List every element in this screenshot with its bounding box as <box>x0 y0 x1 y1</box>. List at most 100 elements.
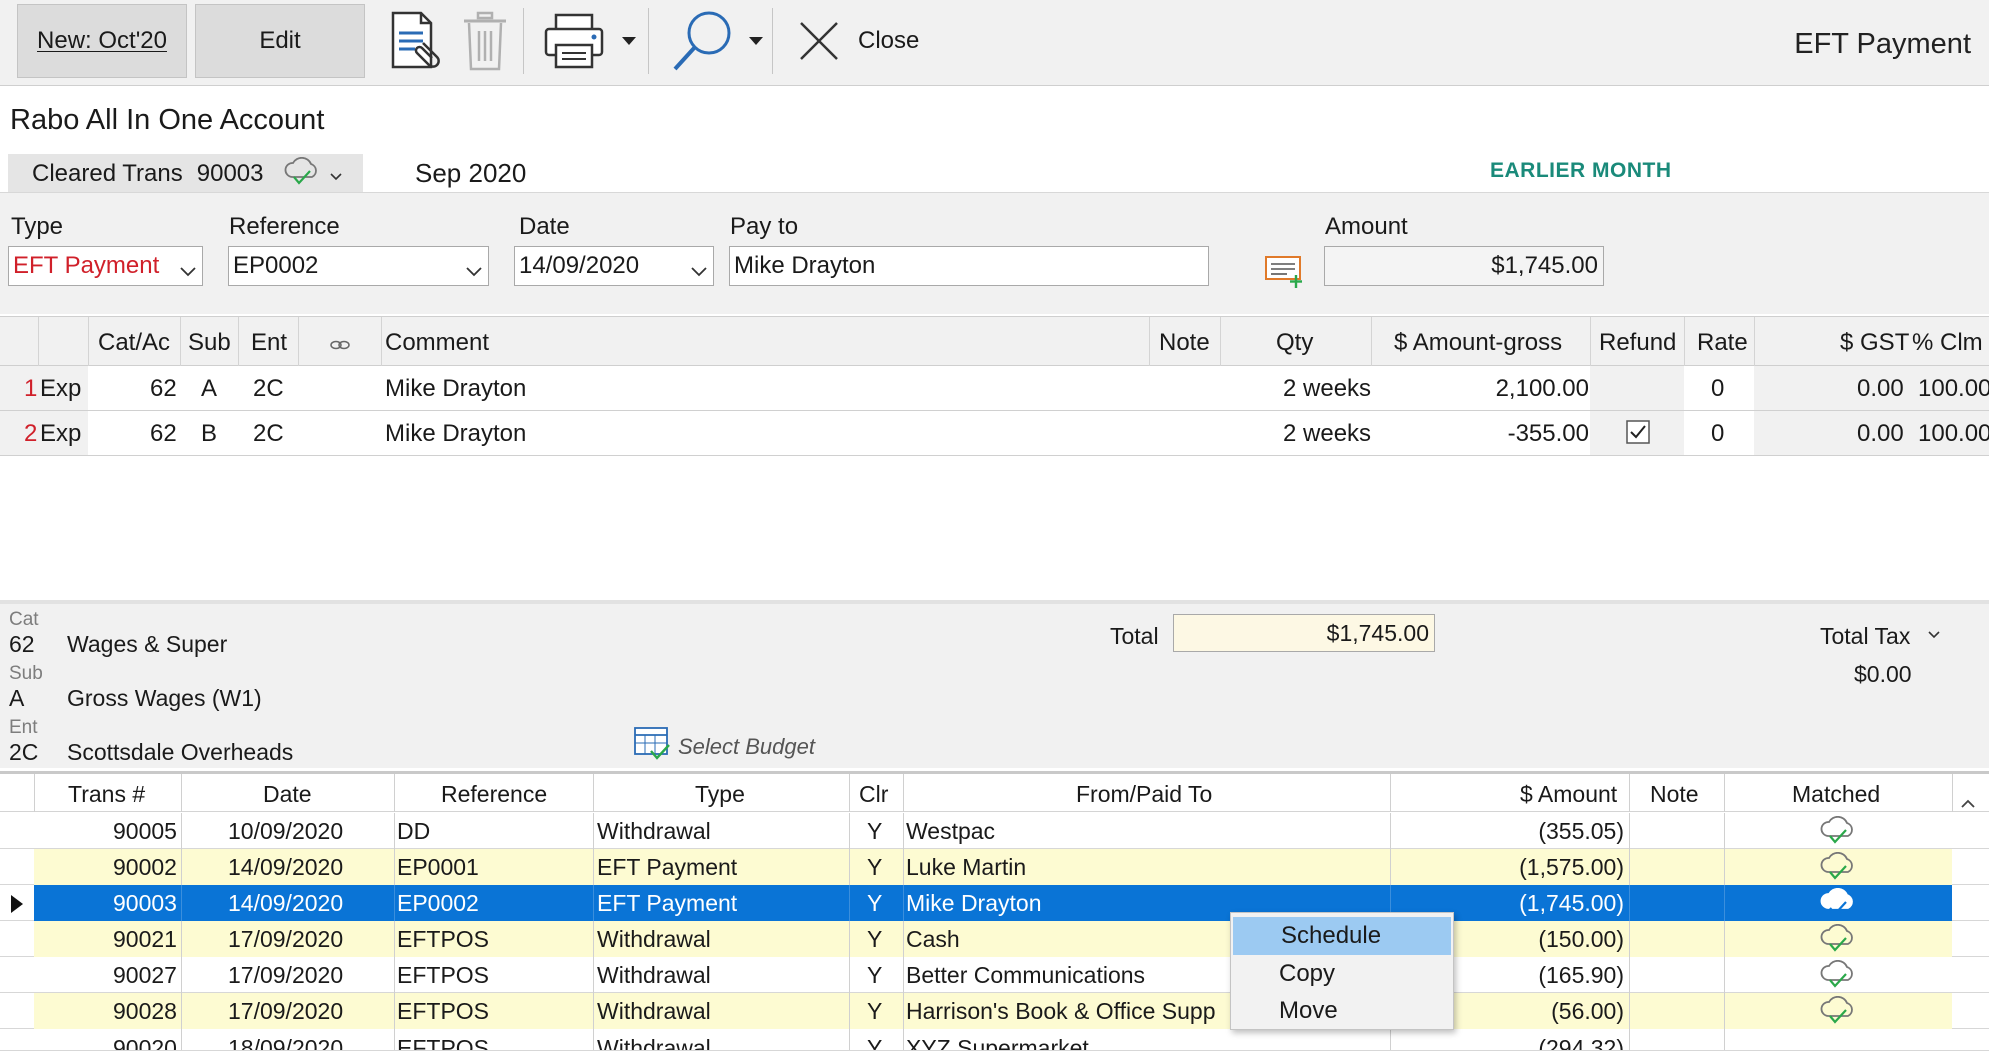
list-divider <box>849 957 850 993</box>
type-select[interactable]: EFT Payment <box>8 246 203 286</box>
printer-icon[interactable] <box>540 8 610 74</box>
list-row[interactable]: 90020 18/09/2020 EFTPOS Withdrawal Y XYZ… <box>0 1029 1989 1051</box>
list-divider <box>593 957 594 993</box>
search-icon[interactable] <box>668 6 738 76</box>
list-divider <box>903 921 904 957</box>
scroll-up-icon[interactable] <box>1960 788 1976 815</box>
list-row[interactable]: 90002 14/09/2020 EP0001 EFT Payment Y Lu… <box>0 849 1989 885</box>
list-divider <box>34 774 35 812</box>
col-header-clm[interactable]: % Clm <box>1912 329 1983 357</box>
grid-divider <box>1371 317 1372 367</box>
col-header-refund[interactable]: Refund <box>1599 329 1676 357</box>
list-type: Withdrawal <box>597 962 711 988</box>
list-divider <box>849 813 850 849</box>
budget-calendar-icon[interactable] <box>632 724 672 762</box>
grid-divider <box>1590 317 1591 367</box>
list-divider <box>394 957 395 993</box>
payto-input[interactable]: Mike Drayton <box>729 246 1209 286</box>
list-clr: Y <box>867 1035 883 1051</box>
row-amount: -355.00 <box>1507 420 1589 447</box>
close-icon[interactable] <box>796 18 842 64</box>
row-ent: 2C <box>253 375 284 402</box>
detail-row[interactable]: 2 Exp 62 B 2C Mike Drayton 2 weeks -355.… <box>0 411 1989 456</box>
row-sub: A <box>201 375 218 402</box>
list-divider <box>903 774 904 812</box>
col-header-amount-gross[interactable]: $ Amount-gross <box>1394 329 1562 357</box>
col-header-comment[interactable]: Comment <box>385 329 489 357</box>
new-button[interactable]: New: Oct'20 <box>17 4 187 78</box>
list-trans: 90027 <box>113 962 177 988</box>
list-type: Withdrawal <box>597 998 711 1024</box>
cloud-check-icon <box>1820 959 1856 994</box>
amount-value: $1,745.00 <box>1491 252 1598 279</box>
list-divider <box>181 921 182 957</box>
col-header-rate[interactable]: Rate <box>1697 329 1748 357</box>
list-divider <box>394 885 395 921</box>
list-divider <box>1629 1029 1630 1050</box>
list-col-from[interactable]: From/Paid To <box>1076 781 1212 808</box>
trash-icon[interactable] <box>455 8 515 74</box>
reference-select[interactable]: EP0002 <box>228 246 489 286</box>
search-dropdown-icon[interactable] <box>745 30 767 52</box>
list-trans: 90021 <box>113 926 177 952</box>
type-label: Type <box>11 213 64 240</box>
chevron-down-icon[interactable] <box>1928 626 1940 644</box>
context-menu-schedule[interactable]: Schedule <box>1233 917 1451 955</box>
cleared-label: Cleared Trans <box>32 160 183 187</box>
list-row-cells: 90028 17/09/2020 EFTPOS Withdrawal Y Har… <box>34 993 1952 1029</box>
col-header-cat[interactable]: Cat/Ac <box>98 329 170 357</box>
list-col-type[interactable]: Type <box>695 781 745 808</box>
list-reference: EFTPOS <box>397 962 490 988</box>
list-col-amount[interactable]: $ Amount <box>1520 781 1617 808</box>
row-qty: 2 weeks <box>1283 375 1372 402</box>
select-budget-link[interactable]: Select Budget <box>678 734 815 760</box>
list-row[interactable]: 90005 10/09/2020 DD Withdrawal Y Westpac… <box>0 813 1989 849</box>
col-header-gst[interactable]: $ GST <box>1840 329 1909 357</box>
list-divider <box>593 921 594 957</box>
attach-document-icon[interactable] <box>385 8 445 74</box>
grid-divider <box>1220 317 1221 367</box>
list-col-reference[interactable]: Reference <box>441 781 547 808</box>
list-row-selected[interactable]: 90003 14/09/2020 EP0002 EFT Payment Y Mi… <box>0 885 1989 921</box>
list-row[interactable]: 90021 17/09/2020 EFTPOS Withdrawal Y Cas… <box>0 921 1989 957</box>
list-col-matched[interactable]: Matched <box>1792 781 1880 808</box>
detail-row[interactable]: 1 Exp 62 A 2C Mike Drayton 2 weeks 2,100… <box>0 366 1989 411</box>
sub-code: A <box>9 685 25 711</box>
col-header-sub[interactable]: Sub <box>188 329 231 357</box>
grid-divider <box>38 317 39 367</box>
col-header-note[interactable]: Note <box>1159 329 1210 357</box>
edit-button[interactable]: Edit <box>195 4 365 78</box>
list-col-clr[interactable]: Clr <box>859 781 888 808</box>
list-amount: (355.05) <box>1538 818 1624 844</box>
list-divider <box>849 774 850 812</box>
list-col-trans[interactable]: Trans # <box>68 781 145 808</box>
refund-cell[interactable] <box>1590 366 1684 410</box>
list-row[interactable]: 90028 17/09/2020 EFTPOS Withdrawal Y Har… <box>0 993 1989 1029</box>
list-divider <box>181 1029 182 1050</box>
context-menu-move[interactable]: Move <box>1231 992 1453 1030</box>
list-amount: (150.00) <box>1538 926 1624 952</box>
list-amount: (1,575.00) <box>1519 854 1624 880</box>
date-picker[interactable]: 14/09/2020 <box>514 246 714 286</box>
note-add-icon[interactable] <box>1262 251 1306 291</box>
cleared-trans-selector[interactable]: Cleared Trans 90003 <box>8 154 363 194</box>
refund-checkbox[interactable] <box>1626 420 1650 451</box>
print-dropdown-icon[interactable] <box>618 30 640 52</box>
list-from: Harrison's Book & Office Supp <box>906 998 1216 1024</box>
ent-small-label: Ent <box>9 717 38 738</box>
context-menu-copy[interactable]: Copy <box>1231 955 1453 993</box>
list-divider <box>394 921 395 957</box>
col-header-qty[interactable]: Qty <box>1276 329 1313 357</box>
list-col-date[interactable]: Date <box>263 781 312 808</box>
list-col-note[interactable]: Note <box>1650 781 1699 808</box>
col-header-ent[interactable]: Ent <box>251 329 287 357</box>
payto-label: Pay to <box>730 213 799 240</box>
new-button-label: New: Oct'20 <box>37 27 167 54</box>
list-date: 14/09/2020 <box>228 890 344 916</box>
list-amount: (1,745.00) <box>1519 890 1624 916</box>
grid-divider <box>180 317 181 367</box>
list-reference: EFTPOS <box>397 926 490 952</box>
close-button[interactable]: Close <box>858 27 919 55</box>
list-row[interactable]: 90027 17/09/2020 EFTPOS Withdrawal Y Bet… <box>0 957 1989 993</box>
total-tax-label: Total Tax <box>1820 623 1911 649</box>
